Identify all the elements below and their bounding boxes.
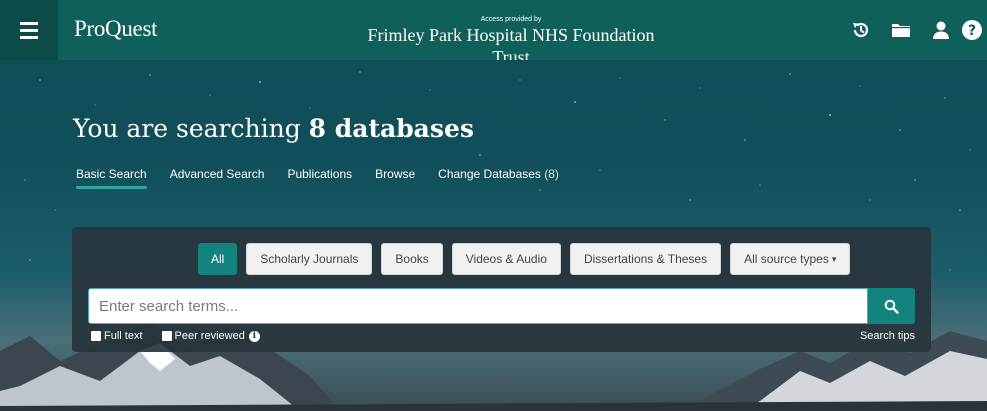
tab-advanced-search[interactable]: Advanced Search — [170, 167, 265, 189]
heading-database-count: 8 databases — [308, 114, 474, 143]
filter-dissertations-theses[interactable]: Dissertations & Theses — [569, 243, 722, 275]
full-text-option[interactable]: Full text — [91, 330, 143, 342]
peer-reviewed-checkbox[interactable] — [161, 331, 172, 341]
filter-books[interactable]: Books — [381, 243, 443, 275]
search-button[interactable] — [868, 288, 915, 324]
info-icon[interactable]: i — [248, 330, 260, 342]
history-button[interactable] — [841, 18, 881, 42]
all-source-types-dropdown[interactable]: All source types ▾ — [730, 243, 851, 275]
help-button[interactable]: ? — [961, 18, 987, 42]
help-icon: ? — [962, 20, 982, 40]
filter-scholarly-journals[interactable]: Scholarly Journals — [246, 243, 373, 275]
tab-publications[interactable]: Publications — [287, 167, 352, 189]
top-icons: ? — [841, 18, 987, 42]
peer-reviewed-label: Peer reviewed — [174, 330, 245, 342]
hamburger-icon — [20, 21, 38, 39]
tab-change-databases[interactable]: Change Databases (8) — [438, 167, 559, 189]
heading-prefix: You are searching — [73, 114, 309, 143]
dropdown-label: All source types — [744, 252, 829, 266]
peer-reviewed-option[interactable]: Peer reviewed i — [161, 330, 260, 342]
search-tabs: Basic Search Advanced Search Publication… — [76, 167, 582, 189]
search-icon — [884, 299, 899, 314]
full-text-checkbox[interactable] — [91, 331, 101, 341]
filter-videos-audio[interactable]: Videos & Audio — [451, 243, 561, 275]
search-tips-link[interactable]: Search tips — [860, 330, 915, 342]
history-icon — [853, 22, 869, 38]
caret-down-icon: ▾ — [831, 253, 837, 264]
page-heading: You are searching 8 databases — [73, 114, 474, 143]
access-label: Access provided by — [480, 16, 542, 23]
search-input[interactable] — [88, 288, 868, 324]
folder-icon — [892, 24, 910, 37]
full-text-label: Full text — [104, 330, 143, 342]
user-button[interactable] — [921, 18, 961, 42]
folder-button[interactable] — [881, 18, 921, 42]
menu-button[interactable] — [0, 0, 58, 60]
search-panel: All Scholarly Journals Books Videos & Au… — [72, 227, 931, 352]
search-options: Full text Peer reviewed i — [91, 330, 279, 342]
database-count: (8) — [544, 167, 559, 181]
top-bar: ProQuest Access provided by Frimley Park… — [0, 0, 987, 67]
tab-browse[interactable]: Browse — [375, 167, 415, 189]
svg-text:?: ? — [968, 23, 976, 39]
filter-all[interactable]: All — [198, 243, 238, 275]
source-type-filters: All Scholarly Journals Books Videos & Au… — [198, 243, 851, 275]
user-icon — [933, 21, 949, 39]
hero-banner: You are searching 8 databases Basic Sear… — [0, 60, 987, 411]
proquest-logo[interactable]: ProQuest — [74, 16, 158, 42]
tab-basic-search[interactable]: Basic Search — [76, 167, 147, 189]
